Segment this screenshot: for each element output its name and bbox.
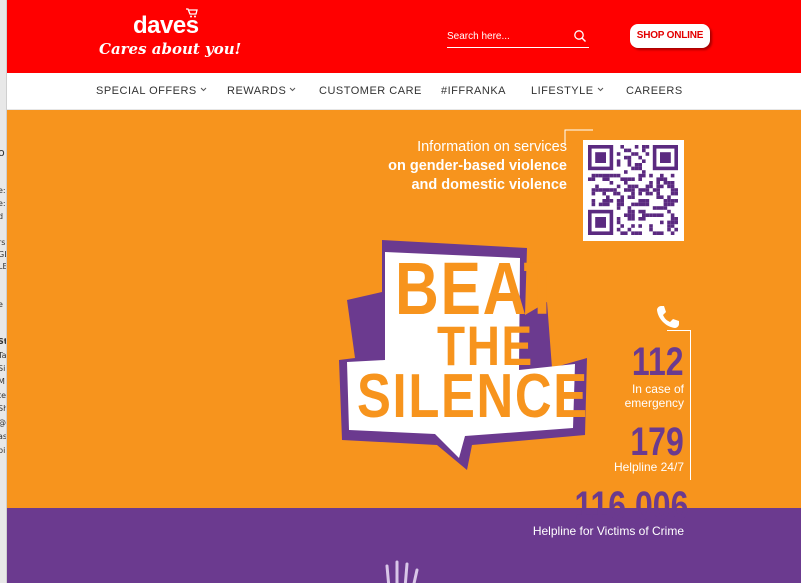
hotline-number-179: 179 (630, 420, 684, 464)
qr-code[interactable] (583, 140, 684, 241)
background-fragment: e: (0, 199, 6, 208)
search-icon[interactable] (573, 29, 587, 43)
background-fragment: e: (0, 186, 6, 195)
beat-the-silence-bubble: BEAT THE SILENCE (337, 240, 587, 480)
background-fragment: e (0, 300, 3, 309)
background-fragment: as (0, 432, 7, 441)
chevron-down-icon (289, 87, 296, 92)
nav-item-careers[interactable]: CAREERS (626, 85, 683, 97)
nav-item-label: CUSTOMER CARE (319, 85, 422, 97)
nav-item-customer-care[interactable]: CUSTOMER CARE (319, 85, 422, 97)
nav-item-lifestyle[interactable]: LIFESTYLE (531, 85, 604, 97)
cart-icon (186, 8, 198, 18)
background-fragment: LE (0, 262, 6, 271)
hotline-label: emergency (624, 396, 684, 410)
hero-banner[interactable]: Information on services on gender-based … (7, 110, 801, 583)
banner-info-text: Information on services on gender-based … (387, 138, 567, 195)
background-fragment: o (0, 146, 5, 159)
hotline-number-116006: 116 006 (574, 484, 688, 528)
background-fragment: Si (0, 364, 6, 373)
background-window-edge: o e: e: d rs GL LE e St Ta Si M te Sh @b… (0, 0, 7, 583)
nav-item-special-offers[interactable]: SPECIAL OFFERS (96, 85, 207, 97)
logo-tagline: Cares about you! (99, 40, 242, 58)
background-fragment: Sh (0, 404, 6, 413)
site-header: daves Cares about you! SHOP ONLINE (7, 0, 801, 73)
hotline-label: In case of (631, 382, 684, 396)
nav-item-label: SPECIAL OFFERS (96, 85, 197, 97)
chevron-down-icon (200, 87, 207, 92)
background-fragment: te (0, 391, 7, 400)
background-fragment: bi (0, 446, 6, 455)
info-line: on gender-based violence (388, 158, 567, 174)
nav-item-label: CAREERS (626, 85, 683, 97)
nav-item-rewards[interactable]: REWARDS (227, 85, 296, 97)
hotline-label: Helpline for Victims of Crime (532, 524, 684, 538)
search-box (447, 26, 589, 48)
search-input[interactable] (447, 26, 567, 46)
nav-item-label: #IFFRANKA (441, 85, 507, 97)
nav-item-label: LIFESTYLE (531, 85, 594, 97)
nav-item-label: REWARDS (227, 85, 287, 97)
hand-icon (385, 560, 419, 583)
phone-icon (657, 306, 679, 328)
background-fragment: M (0, 377, 5, 386)
info-line: Information on services (417, 139, 567, 155)
headline-silence: SILENCE (357, 362, 589, 431)
hotline-label: Helpline 24/7 (613, 460, 684, 474)
background-fragment: Ta (0, 351, 7, 360)
main-nav: SPECIAL OFFERS REWARDS CUSTOMER CARE #IF… (7, 73, 801, 110)
background-fragment: d (0, 212, 3, 221)
background-fragment: GL (0, 250, 6, 259)
hotline-number-112: 112 (632, 340, 684, 384)
nav-item-iffranka[interactable]: #IFFRANKA (441, 85, 506, 97)
background-fragment: St (0, 337, 6, 346)
background-fragment: @b (0, 418, 6, 427)
daves-logo[interactable]: daves Cares about you! (99, 8, 242, 68)
background-fragment: rs (0, 238, 6, 247)
shop-online-button[interactable]: SHOP ONLINE (630, 24, 710, 48)
chevron-down-icon (597, 87, 603, 92)
info-line: and domestic violence (411, 177, 567, 193)
